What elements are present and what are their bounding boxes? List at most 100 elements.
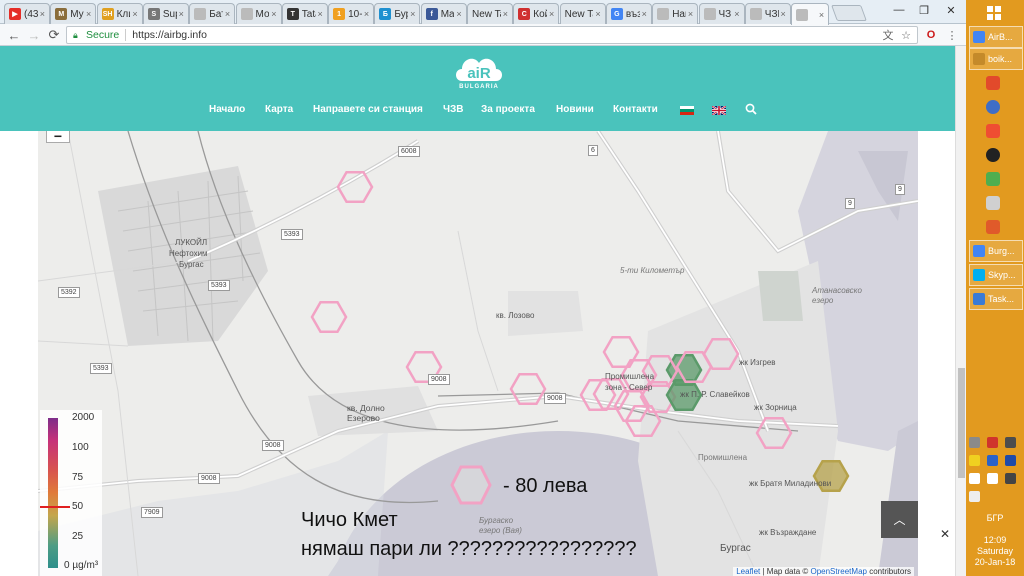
tab-close-icon[interactable]: × xyxy=(362,9,369,19)
reload-icon[interactable]: ⟳ xyxy=(46,27,62,43)
browser-tab[interactable]: f Ma × xyxy=(420,3,467,24)
browser-tab[interactable]: ЧЗВ× xyxy=(698,3,745,24)
photos-launch-icon[interactable] xyxy=(986,172,1000,186)
browser-launch-icon[interactable] xyxy=(986,100,1000,114)
url-text[interactable]: https://airbg.info xyxy=(132,29,207,41)
clock[interactable]: 12:09 Saturday 20-Jan-18 xyxy=(966,535,1024,568)
nav-make-station[interactable]: Направете си станция xyxy=(313,104,423,115)
air-quality-map[interactable]: ЛУКОЙЛ Нефтохим Бургас кв. Лозово кв. До… xyxy=(38,131,918,576)
tray-icon[interactable] xyxy=(969,437,980,448)
browser-tab[interactable]: Бат× xyxy=(189,3,236,24)
flag-tray-icon[interactable] xyxy=(969,473,980,484)
osm-link[interactable]: OpenStreetMap xyxy=(810,567,866,576)
air-sensor-hexagon[interactable] xyxy=(602,336,640,368)
browser-tab[interactable]: ББур× xyxy=(374,3,421,24)
translate-icon[interactable]: 文 xyxy=(881,28,895,42)
taskbar-window-button[interactable]: boik... xyxy=(969,48,1023,70)
tab-close-icon[interactable]: × xyxy=(84,9,91,19)
app-launch-icon[interactable] xyxy=(986,124,1000,138)
tab-title: ЧЗВ xyxy=(764,8,779,20)
opera-extension-icon[interactable]: O xyxy=(924,28,938,42)
minimize-icon[interactable]: — xyxy=(886,0,912,20)
volume-icon[interactable] xyxy=(969,491,980,502)
tab-close-icon[interactable]: × xyxy=(593,9,600,19)
nav-home[interactable]: Начало xyxy=(209,104,245,115)
network-tray-icon[interactable] xyxy=(987,473,998,484)
airbg-logo[interactable]: aiR BULGARIA xyxy=(452,51,506,93)
tab-close-icon[interactable]: × xyxy=(640,9,647,19)
taskbar-window-button[interactable]: Task... xyxy=(969,288,1023,310)
tab-close-icon[interactable]: × xyxy=(223,9,230,19)
google-drive-launch-icon[interactable] xyxy=(986,76,1000,90)
bulgarian-flag-icon[interactable] xyxy=(680,106,694,115)
maximize-icon[interactable]: ❐ xyxy=(911,0,937,20)
headphones-launch-icon[interactable] xyxy=(986,148,1000,162)
tray-icon[interactable] xyxy=(987,437,998,448)
back-icon[interactable]: ← xyxy=(6,27,22,43)
tool-launch-icon[interactable] xyxy=(986,220,1000,234)
bookmark-star-icon[interactable]: ☆ xyxy=(899,28,913,42)
tab-close-icon[interactable]: × xyxy=(316,9,323,19)
legend-hexagon-icon xyxy=(450,465,492,505)
uk-flag-icon[interactable] xyxy=(712,106,726,115)
overlay-price-text: - 80 лева xyxy=(503,475,588,497)
forward-icon[interactable]: → xyxy=(26,27,42,43)
browser-tab[interactable]: ▶(43)× xyxy=(4,3,50,24)
browser-tab[interactable]: Нап× xyxy=(652,3,699,24)
nav-faq[interactable]: ЧЗВ xyxy=(443,104,464,115)
tab-close-icon[interactable]: × xyxy=(732,9,739,19)
tab-close-icon[interactable]: × xyxy=(686,9,693,19)
browser-tab[interactable]: TTata× xyxy=(281,3,328,24)
nav-contacts[interactable]: Контакти xyxy=(613,104,658,115)
browser-tab[interactable]: SSup× xyxy=(142,3,189,24)
scroll-to-top-button[interactable]: ︿ xyxy=(881,501,918,538)
nav-about[interactable]: За проекта xyxy=(481,104,535,115)
browser-tab[interactable]: 1 10- × xyxy=(328,3,375,24)
zoom-out-button[interactable]: − xyxy=(46,131,70,143)
windows-start-icon[interactable] xyxy=(987,6,1001,20)
search-icon[interactable] xyxy=(745,103,757,115)
browser-tab[interactable]: New Ta× xyxy=(467,3,513,24)
browser-tab[interactable]: SHКли× xyxy=(96,3,143,24)
menu-icon[interactable]: ⋮ xyxy=(945,28,959,42)
leaflet-link[interactable]: Leaflet xyxy=(736,567,760,576)
tab-close-icon[interactable]: × xyxy=(817,10,824,20)
browser-tab[interactable]: M My × xyxy=(50,3,97,24)
close-icon[interactable]: ✕ xyxy=(940,527,950,541)
scrollbar-thumb[interactable] xyxy=(958,368,965,478)
nav-map[interactable]: Карта xyxy=(265,104,293,115)
nav-news[interactable]: Новини xyxy=(556,104,594,115)
tab-close-icon[interactable]: × xyxy=(269,9,276,19)
lock-icon: 🔒︎ xyxy=(73,29,78,40)
browser-tab[interactable]: ЧЗВ× xyxy=(744,3,791,24)
air-sensor-hexagon[interactable] xyxy=(310,301,348,333)
taskbar-window-button[interactable]: AirB... xyxy=(969,26,1023,48)
taskbar-window-button[interactable]: Skyp... xyxy=(969,264,1023,286)
tab-favicon-icon: G xyxy=(610,8,623,20)
tab-close-icon[interactable]: × xyxy=(38,9,45,19)
tab-close-icon[interactable]: × xyxy=(177,9,184,19)
browser-tab[interactable]: Мо × xyxy=(235,3,282,24)
tab-close-icon[interactable]: × xyxy=(501,9,508,19)
battery-tray-icon[interactable] xyxy=(1005,473,1016,484)
tab-close-icon[interactable]: × xyxy=(130,9,137,19)
tab-close-icon[interactable]: × xyxy=(454,9,461,19)
page-scrollbar[interactable] xyxy=(955,46,966,576)
notes-launch-icon[interactable] xyxy=(986,196,1000,210)
tray-icon[interactable] xyxy=(987,455,998,466)
close-window-icon[interactable]: ✕ xyxy=(938,0,964,20)
tab-close-icon[interactable]: × xyxy=(547,9,554,19)
bluetooth-icon[interactable] xyxy=(1005,455,1016,466)
taskbar-window-button[interactable]: Burg... xyxy=(969,240,1023,262)
new-tab-button[interactable] xyxy=(831,5,867,21)
tray-icon[interactable] xyxy=(1005,437,1016,448)
language-indicator[interactable]: БГР xyxy=(966,513,1024,523)
browser-tab[interactable]: Gвъзд× xyxy=(605,3,652,24)
address-bar[interactable]: 🔒︎ Secure https://airbg.info 文 ☆ xyxy=(66,26,918,44)
browser-tab[interactable]: × xyxy=(791,3,830,25)
browser-tab[interactable]: New Ta× xyxy=(559,3,606,24)
tray-icon[interactable] xyxy=(969,455,980,466)
tab-close-icon[interactable]: × xyxy=(779,9,786,19)
tab-close-icon[interactable]: × xyxy=(408,9,415,19)
browser-tab[interactable]: CКой× xyxy=(513,3,560,24)
